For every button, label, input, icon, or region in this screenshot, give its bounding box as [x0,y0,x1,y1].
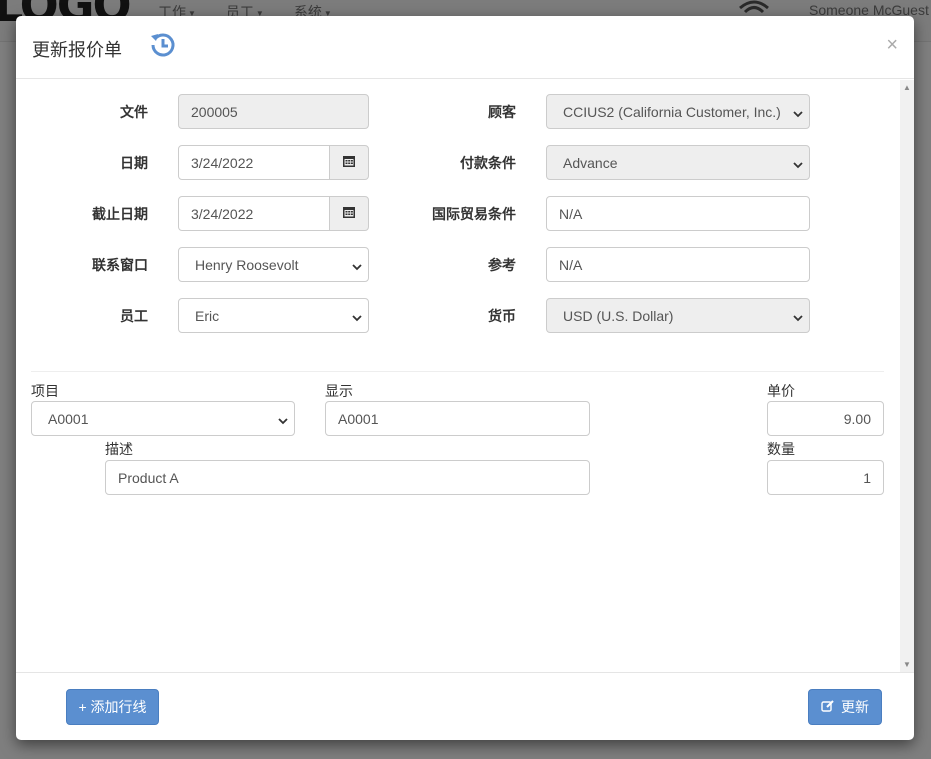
edit-icon [821,699,835,716]
date-label: 日期 [120,155,148,171]
item-value: A0001 [48,410,89,427]
update-label: 更新 [841,699,869,715]
unit-price-label: 单价 [767,383,795,399]
add-line-button[interactable]: + 添加行线 [66,689,159,725]
update-button[interactable]: 更新 [808,689,882,725]
display-label: 显示 [325,383,353,399]
customer-value: CCIUS2 (California Customer, Inc.) [563,103,781,120]
expire-date-picker-button[interactable] [329,196,369,231]
expire-date-input[interactable]: 3/24/2022 [178,196,330,231]
quantity-label: 数量 [767,441,795,457]
chevron-down-icon [352,259,362,275]
modal-header: 更新报价单 × [16,16,914,79]
doc-number-value: 200005 [191,103,238,120]
chevron-down-icon [278,413,288,429]
chevron-down-icon [793,106,803,122]
customer-label: 顾客 [488,104,516,120]
reference-value: N/A [559,256,583,273]
payment-terms-value: Advance [563,154,618,171]
reference-label: 参考 [488,257,516,273]
modal-footer: + 添加行线 更新 [16,672,914,740]
employee-label: 员工 [120,308,148,324]
incoterms-value: N/A [559,205,583,222]
expire-date-label: 截止日期 [92,206,148,222]
item-label: 项目 [31,383,59,399]
description-label: 描述 [105,441,133,457]
add-line-label: + 添加行线 [78,699,147,715]
chevron-down-icon [352,310,362,326]
calendar-icon [342,154,356,171]
customer-select[interactable]: CCIUS2 (California Customer, Inc.) [546,94,810,129]
contact-value: Henry Roosevolt [195,256,299,273]
history-icon[interactable] [149,31,177,62]
close-button[interactable]: × [886,35,898,55]
doc-number-field[interactable]: 200005 [178,94,369,129]
contact-select[interactable]: Henry Roosevolt [178,247,369,282]
expire-date-value: 3/24/2022 [191,205,254,222]
date-input[interactable]: 3/24/2022 [178,145,330,180]
description-input[interactable]: Product A [105,460,590,495]
currency-label: 货币 [488,308,516,324]
update-quote-modal: 更新报价单 × 文件 200005 日期 3/24/2022 截止日期 3/24… [16,16,914,740]
modal-body: 文件 200005 日期 3/24/2022 截止日期 3/24/2022 联系… [16,80,914,672]
contact-label: 联系窗口 [92,257,148,273]
chevron-down-icon [793,310,803,326]
calendar-icon [342,205,356,222]
chevron-down-icon [793,157,803,173]
employee-value: Eric [195,307,220,324]
date-picker-button[interactable] [329,145,369,180]
date-value: 3/24/2022 [191,154,254,171]
currency-value: USD (U.S. Dollar) [563,307,674,324]
payment-terms-select[interactable]: Advance [546,145,810,180]
unit-price-input[interactable]: 9.00 [767,401,884,436]
unit-price-value: 9.00 [843,410,871,427]
description-value: Product A [118,469,179,486]
payment-terms-label: 付款条件 [460,155,516,171]
modal-scrollbar[interactable]: ▲ ▼ [900,80,914,672]
incoterms-label: 国际贸易条件 [432,206,516,222]
doc-label: 文件 [120,104,148,120]
quantity-input[interactable]: 1 [767,460,884,495]
incoterms-input[interactable]: N/A [546,196,810,231]
reference-input[interactable]: N/A [546,247,810,282]
display-input[interactable]: A0001 [325,401,590,436]
modal-title: 更新报价单 [32,40,122,60]
currency-select[interactable]: USD (U.S. Dollar) [546,298,810,333]
section-divider [31,371,884,372]
scroll-up-icon[interactable]: ▲ [903,83,911,92]
quantity-value: 1 [863,469,871,486]
employee-select[interactable]: Eric [178,298,369,333]
display-value: A0001 [338,410,379,427]
item-select[interactable]: A0001 [31,401,295,436]
scroll-down-icon[interactable]: ▼ [903,660,911,669]
